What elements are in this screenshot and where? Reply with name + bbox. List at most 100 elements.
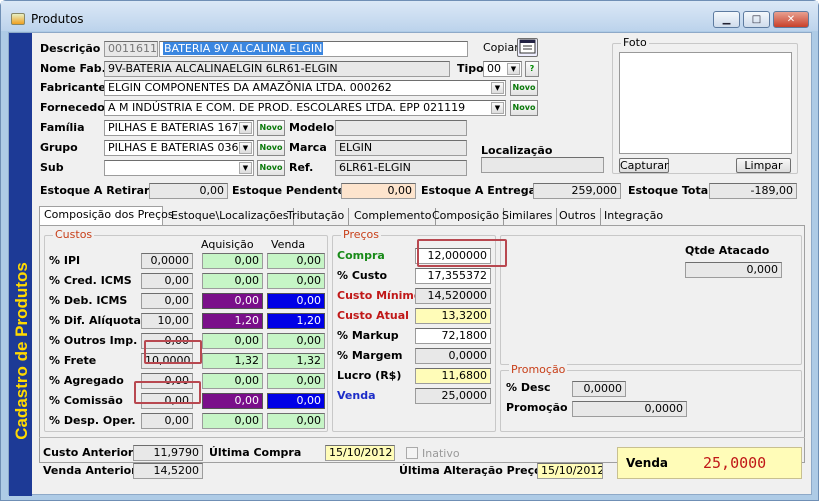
custo-row-venda[interactable]: 0,00 <box>267 333 325 349</box>
markup-field[interactable]: 72,1800 <box>415 328 491 344</box>
estoque-a-entregar-label: Estoque A Entregar <box>421 184 542 197</box>
tipo-label: Tipo <box>457 62 484 75</box>
capturar-button[interactable]: Capturar <box>619 158 669 173</box>
copiar-icon[interactable] <box>517 38 538 57</box>
ultima-alteracao-field[interactable]: 15/10/2012 <box>537 463 603 479</box>
descricao-field[interactable]: BATERIA 9V ALCALINA ELGIN <box>159 41 468 57</box>
margem-field[interactable]: 0,0000 <box>415 348 491 364</box>
custo-anterior-field[interactable]: 11,9790 <box>133 445 203 461</box>
novo-familia-button[interactable]: Novo <box>257 120 285 136</box>
chevron-down-icon[interactable]: ▼ <box>507 63 520 75</box>
custo-row-value[interactable]: 0,00 <box>141 273 193 289</box>
custo-row-aquisicao[interactable]: 0,00 <box>202 273 263 289</box>
grupo-select[interactable]: PILHAS E BATERIAS 036 ▼ <box>104 140 254 156</box>
ultima-compra-field[interactable]: 15/10/2012 <box>325 445 395 461</box>
custo-row-label: % Cred. ICMS <box>49 274 132 287</box>
custo-row-value[interactable]: 0,00 <box>141 293 193 309</box>
custo-atual-field[interactable]: 13,3200 <box>415 308 491 324</box>
codigo-field[interactable]: 0011611 <box>104 41 158 57</box>
lucro-field[interactable]: 11,6800 <box>415 368 491 384</box>
tab-integracao[interactable]: Integração <box>600 208 667 226</box>
modelo-field[interactable] <box>335 120 467 136</box>
fornecedor-value: A M INDÚSTRIA E COM. DE PROD. ESCOLARES … <box>108 101 466 114</box>
atacado-group: Qtde Atacado 0,000 <box>500 235 802 365</box>
custo-row-value[interactable]: 0,0000 <box>141 253 193 269</box>
custo-row-venda[interactable]: 0,00 <box>267 413 325 429</box>
tab-estoque-localizacoes[interactable]: Estoque\Localizações <box>167 208 294 226</box>
estoque-a-retirar-field[interactable]: 0,00 <box>149 183 228 199</box>
novo-grupo-button[interactable]: Novo <box>257 140 285 156</box>
venda-box: Venda 25,0000 <box>617 447 802 479</box>
qtde-atacado-field[interactable]: 0,000 <box>685 262 782 278</box>
chevron-down-icon[interactable]: ▼ <box>491 82 504 94</box>
novo-sub-button[interactable]: Novo <box>257 160 285 176</box>
chevron-down-icon[interactable]: ▼ <box>239 162 252 174</box>
localizacao-field[interactable] <box>481 157 604 173</box>
custo-row-label: % Dif. Alíquota <box>49 314 141 327</box>
close-button[interactable]: ✕ <box>773 11 809 28</box>
foto-image[interactable] <box>619 52 792 154</box>
tab-composicao[interactable]: Composição <box>428 208 505 226</box>
custo-row-venda[interactable]: 0,00 <box>267 273 325 289</box>
estoque-total-field[interactable]: -189,00 <box>709 183 797 199</box>
desc-field[interactable]: 0,0000 <box>572 381 626 397</box>
custo-row-venda[interactable]: 0,00 <box>267 393 325 409</box>
ref-field[interactable]: 6LR61-ELGIN <box>335 160 467 176</box>
chevron-down-icon[interactable]: ▼ <box>491 102 504 114</box>
tab-composicao-precos[interactable]: Composição dos Preços <box>39 206 174 227</box>
chevron-down-icon[interactable]: ▼ <box>239 122 252 134</box>
familia-select[interactable]: PILHAS E BATERIAS 167 ▼ <box>104 120 254 136</box>
fabricante-select[interactable]: ELGIN COMPONENTES DA AMAZÔNIA LTDA. 0002… <box>104 80 506 96</box>
custo-row-aquisicao[interactable]: 0,00 <box>202 373 263 389</box>
inativo-checkbox[interactable] <box>406 447 418 459</box>
custo-row-label: % Deb. ICMS <box>49 294 128 307</box>
dif-aliquota-highlight <box>144 340 202 364</box>
venda-total-value: 25,0000 <box>703 454 767 472</box>
custo-row-aquisicao[interactable]: 0,00 <box>202 293 263 309</box>
produtos-window: Produtos ▁ □ ✕ Cadastro de Produtos Desc… <box>0 0 819 501</box>
estoque-a-entregar-field[interactable]: 259,000 <box>533 183 621 199</box>
venda-field[interactable]: 25,0000 <box>415 388 491 404</box>
venda-anterior-field[interactable]: 14,5200 <box>133 463 203 479</box>
custo-field[interactable]: 17,355372 <box>415 268 491 284</box>
custo-row-value[interactable]: 10,00 <box>141 313 193 329</box>
col-venda-header: Venda <box>271 238 306 251</box>
maximize-button[interactable]: □ <box>743 11 770 28</box>
custo-minimo-field[interactable]: 14,520000 <box>415 288 491 304</box>
sub-select[interactable]: ▼ <box>104 160 254 176</box>
custo-row-venda[interactable]: 1,32 <box>267 353 325 369</box>
footer-divider <box>39 437 805 438</box>
ref-label: Ref. <box>289 161 314 174</box>
fornecedor-select[interactable]: A M INDÚSTRIA E COM. DE PROD. ESCOLARES … <box>104 100 506 116</box>
help-button[interactable]: ? <box>525 61 539 77</box>
limpar-button[interactable]: Limpar <box>736 158 791 173</box>
promocao-field[interactable]: 0,0000 <box>572 401 687 417</box>
ultima-compra-label: Última Compra <box>209 446 302 459</box>
novo-fabricante-button[interactable]: Novo <box>510 80 538 96</box>
custo-row-aquisicao[interactable]: 1,20 <box>202 313 263 329</box>
custo-row-aquisicao[interactable]: 0,00 <box>202 333 263 349</box>
custo-row-venda[interactable]: 0,00 <box>267 253 325 269</box>
custo-row-value[interactable]: 0,00 <box>141 413 193 429</box>
tab-complemento[interactable]: Complemento <box>350 208 437 226</box>
tab-tributacao[interactable]: Tributação <box>283 208 350 226</box>
frete-highlight <box>134 381 201 404</box>
custo-row-aquisicao[interactable]: 0,00 <box>202 413 263 429</box>
novo-fornecedor-button[interactable]: Novo <box>510 100 538 116</box>
nome-fab-field[interactable]: 9V-BATERIA ALCALINAELGIN 6LR61-ELGIN <box>104 61 450 77</box>
custo-row-aquisicao[interactable]: 0,00 <box>202 253 263 269</box>
tab-similares[interactable]: Similares <box>498 208 558 226</box>
custo-row-venda[interactable]: 0,00 <box>267 293 325 309</box>
precos-title: Preços <box>341 228 381 241</box>
custo-row-aquisicao[interactable]: 1,32 <box>202 353 263 369</box>
custo-row-venda[interactable]: 1,20 <box>267 313 325 329</box>
custo-row-aquisicao[interactable]: 0,00 <box>202 393 263 409</box>
title-bar[interactable]: Produtos ▁ □ ✕ <box>1 1 818 31</box>
chevron-down-icon[interactable]: ▼ <box>239 142 252 154</box>
custo-row-venda[interactable]: 0,00 <box>267 373 325 389</box>
tipo-select[interactable]: 00 ▼ <box>483 61 522 77</box>
marca-field[interactable]: ELGIN <box>335 140 467 156</box>
estoque-pendente-field[interactable]: 0,00 <box>341 183 416 199</box>
tab-outros[interactable]: Outros <box>555 208 601 226</box>
minimize-button[interactable]: ▁ <box>713 11 740 28</box>
